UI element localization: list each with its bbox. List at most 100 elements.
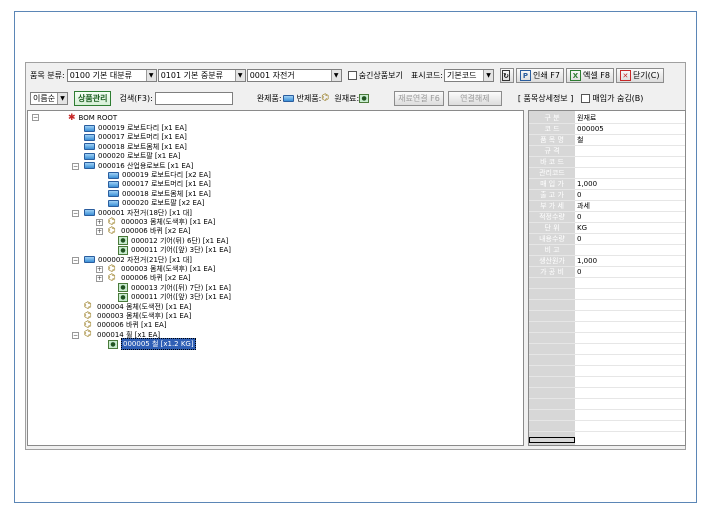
folder-icon xyxy=(108,180,119,188)
empty-property-row xyxy=(529,322,685,333)
legend-semi-label: 반제품: xyxy=(296,94,322,103)
assembly-icon: ⌬ xyxy=(84,329,92,340)
hide-purchase-price-checkbox[interactable] xyxy=(581,94,591,103)
empty-property-key xyxy=(529,410,575,420)
empty-property-row xyxy=(529,300,685,311)
folder-icon xyxy=(84,124,95,132)
empty-property-key xyxy=(529,421,575,431)
expand-toggle[interactable]: + xyxy=(96,275,103,283)
product-mgmt-label: 상품관리 xyxy=(78,94,108,103)
property-row: 단 위 KG xyxy=(529,223,685,234)
property-row: 생산원가 1,000 xyxy=(529,256,685,267)
empty-property-row xyxy=(529,366,685,377)
property-value[interactable]: 1,000 xyxy=(575,256,685,266)
unlink-button[interactable]: 연결해제 xyxy=(447,91,502,106)
property-value[interactable]: 000005 xyxy=(575,124,685,134)
item-detail-grid: 구 분 원재료 코 드 000005 품 목 명철규 격바 코 드 관리코드 매 입 가 1,… xyxy=(528,110,686,446)
product-mgmt-button[interactable]: 상품관리 xyxy=(74,91,112,106)
sort-select[interactable]: 이름순 ▼ xyxy=(30,92,68,105)
tree-root-label: BOM ROOT xyxy=(78,114,118,122)
excel-label: 엑셀 F8 xyxy=(582,71,610,80)
assembly-icon: ⌬ xyxy=(108,272,116,283)
property-value[interactable]: 0 xyxy=(575,267,685,277)
toolbar-row-1: 품목 분류: 0100 기본 대분류 ▼ 0101 기본 중분류 ▼ 0001 자전… xyxy=(30,68,664,83)
expand-toggle[interactable]: + xyxy=(96,228,103,236)
empty-property-row xyxy=(529,333,685,344)
item-select[interactable]: 0001 자전거 ▼ xyxy=(246,69,342,82)
close-icon: ✕ xyxy=(619,70,631,81)
refresh-button[interactable]: ↻ xyxy=(500,68,514,83)
empty-property-key xyxy=(529,289,575,299)
collapse-toggle[interactable]: − xyxy=(72,331,79,339)
folder-icon xyxy=(84,133,95,141)
property-value[interactable]: 과세 xyxy=(575,201,685,211)
property-value[interactable] xyxy=(575,168,685,178)
tree-node[interactable]: ● 000005 철 [x1.2 KG] xyxy=(108,338,196,351)
display-code-select[interactable]: 기본코드 ▼ xyxy=(444,69,494,82)
property-value[interactable]: 철 xyxy=(575,135,685,145)
material-link-button[interactable]: 재료연결 F6 xyxy=(394,91,444,106)
property-value[interactable]: 0 xyxy=(575,212,685,222)
property-value[interactable]: 0 xyxy=(575,234,685,244)
expand-toggle[interactable]: + xyxy=(96,266,103,273)
property-value[interactable]: 원재료 xyxy=(575,113,685,123)
property-row: 비 고 xyxy=(529,245,685,256)
property-key: 관리코드 xyxy=(529,168,575,178)
collapse-toggle[interactable]: − xyxy=(72,256,79,264)
close-button[interactable]: ✕ 닫기(C) xyxy=(615,68,664,83)
raw-material-icon: ● xyxy=(118,292,128,302)
close-label: 닫기(C) xyxy=(632,71,660,80)
raw-material-icon: ● xyxy=(118,245,128,255)
collapse-toggle[interactable]: − xyxy=(72,162,79,170)
category2-select[interactable]: 0101 기본 중분류 ▼ xyxy=(157,69,246,82)
property-row: 내용수량 0 xyxy=(529,234,685,245)
legend-raw-label: 원재료: xyxy=(334,94,360,103)
property-value[interactable] xyxy=(575,146,685,156)
hide-intermediate-label: 숨긴상품보기 xyxy=(358,71,403,80)
property-value[interactable] xyxy=(575,157,685,167)
property-value[interactable] xyxy=(575,245,685,255)
property-key: 비 고 xyxy=(529,245,575,255)
category1-select[interactable]: 0100 기본 대분류 ▼ xyxy=(66,69,157,82)
property-row: 관리코드 xyxy=(529,168,685,179)
property-value[interactable]: KG xyxy=(575,223,685,233)
empty-property-row xyxy=(529,377,685,388)
property-key: 코 드 xyxy=(529,124,575,134)
sort-value: 이름순 xyxy=(33,94,56,103)
expand-toggle[interactable]: + xyxy=(96,219,103,226)
grid-footer-cell xyxy=(529,437,575,443)
bom-tree[interactable]: − ✱ BOM ROOT 000019 로보트다리 [x1 EA] 000017 … xyxy=(27,110,524,446)
property-key: 출 고 가 xyxy=(529,190,575,200)
print-button[interactable]: P 인쇄 F7 xyxy=(516,68,564,83)
detail-info-label: [ 품목상세정보 ] xyxy=(517,94,574,103)
printer-icon: P xyxy=(520,70,531,81)
folder-icon xyxy=(108,190,119,198)
empty-property-key xyxy=(529,311,575,321)
empty-property-key xyxy=(529,399,575,409)
category-label: 품목 분류: xyxy=(30,71,65,80)
empty-property-row xyxy=(529,399,685,410)
empty-property-row xyxy=(529,421,685,432)
empty-property-key xyxy=(529,355,575,365)
raw-material-icon: ● xyxy=(108,339,118,349)
hide-intermediate-checkbox[interactable] xyxy=(347,71,357,80)
collapse-toggle[interactable]: − xyxy=(32,114,39,121)
property-row: 출 고 가0 xyxy=(529,190,685,201)
excel-button[interactable]: X 엑셀 F8 xyxy=(565,68,614,83)
search-input[interactable] xyxy=(154,92,233,105)
raw-material-icon: ● xyxy=(118,283,128,293)
empty-property-key xyxy=(529,344,575,354)
search-label: 검색(F3): xyxy=(119,94,153,103)
empty-property-row xyxy=(529,410,685,421)
property-value[interactable]: 1,000 xyxy=(575,179,685,189)
tree-root[interactable]: ✱ BOM ROOT xyxy=(68,113,117,123)
property-row: 적정수량 0 xyxy=(529,212,685,223)
property-value[interactable]: 0 xyxy=(575,190,685,200)
empty-property-key xyxy=(529,377,575,387)
folder-icon xyxy=(84,209,95,217)
empty-property-row xyxy=(529,289,685,300)
chevron-down-icon: ▼ xyxy=(234,70,245,81)
folder-icon xyxy=(282,95,294,102)
collapse-toggle[interactable]: − xyxy=(72,209,79,217)
property-key: 규 격 xyxy=(529,146,575,156)
